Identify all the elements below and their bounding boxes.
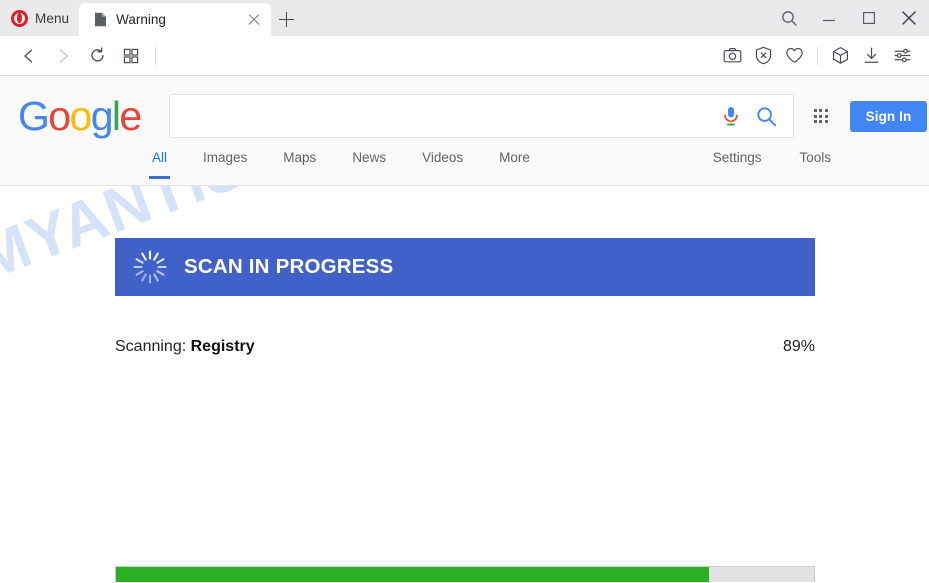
- google-logo[interactable]: Google: [18, 92, 142, 139]
- minimize-icon[interactable]: [809, 0, 849, 36]
- scan-progress-bar: [115, 566, 815, 582]
- search-input[interactable]: [183, 95, 713, 137]
- new-tab-button[interactable]: [271, 3, 301, 36]
- tab-all[interactable]: All: [148, 138, 171, 179]
- snapshot-camera-icon[interactable]: [717, 40, 748, 72]
- maximize-icon[interactable]: [849, 0, 889, 36]
- window-close-icon[interactable]: [889, 0, 929, 36]
- tab-images[interactable]: Images: [203, 138, 247, 178]
- microphone-icon[interactable]: [713, 96, 749, 136]
- back-arrow-icon[interactable]: [12, 40, 46, 72]
- browser-toolbar: [0, 36, 929, 76]
- browser-window: Menu Warning Google Sign In All Images M…: [0, 0, 929, 583]
- tab-news[interactable]: News: [352, 138, 386, 178]
- opera-logo-icon: [11, 9, 28, 27]
- sign-in-button[interactable]: Sign In: [849, 100, 928, 132]
- loading-spinner-icon: [132, 249, 168, 285]
- tab-settings[interactable]: Settings: [713, 138, 762, 178]
- opera-menu-button[interactable]: Menu: [0, 0, 79, 36]
- google-nav-tabs: All Images Maps News Videos More Setting…: [0, 138, 929, 179]
- toolbar-divider: [155, 46, 156, 65]
- page-content: MYANTISPYWARE.COM Google: [0, 76, 929, 582]
- close-icon[interactable]: [245, 11, 263, 29]
- tab-tools[interactable]: Tools: [799, 138, 831, 178]
- tab-strip: Menu Warning: [0, 0, 929, 36]
- tab-title: Warning: [116, 12, 166, 27]
- logo-letter-o1: o: [48, 92, 71, 139]
- search-submit-icon[interactable]: [749, 96, 785, 136]
- toolbar-divider-2: [817, 46, 818, 65]
- scan-status-text: Scanning: Registry: [115, 338, 255, 356]
- heart-icon[interactable]: [779, 40, 810, 72]
- forward-arrow-icon: [46, 40, 80, 72]
- search-box[interactable]: [168, 94, 794, 138]
- scan-status-row: Scanning: Registry 89%: [115, 338, 815, 356]
- logo-letter-g2: g: [90, 92, 114, 139]
- grid-icon[interactable]: [114, 40, 148, 72]
- tab-maps[interactable]: Maps: [283, 138, 316, 178]
- scan-status-target: Registry: [190, 338, 255, 355]
- logo-letter-g1: G: [18, 92, 50, 139]
- page-icon: [94, 12, 107, 27]
- scan-status-prefix: Scanning:: [115, 338, 187, 355]
- download-icon[interactable]: [856, 40, 887, 72]
- google-search-row: Google Sign In: [0, 76, 929, 138]
- reload-icon[interactable]: [80, 40, 114, 72]
- tab-videos[interactable]: Videos: [422, 138, 463, 178]
- toolbar-right-icons: [717, 40, 918, 72]
- search-icon[interactable]: [769, 0, 809, 36]
- window-controls: [769, 0, 929, 36]
- opera-menu-label: Menu: [35, 10, 70, 26]
- tab-more[interactable]: More: [499, 138, 530, 178]
- scan-progress-fill: [116, 567, 710, 582]
- browser-tab-warning[interactable]: Warning: [79, 3, 272, 36]
- logo-letter-e: e: [119, 92, 142, 139]
- easy-setup-sliders-icon[interactable]: [887, 40, 918, 72]
- google-header: Google Sign In All Images Maps News Vide…: [0, 76, 929, 186]
- cube-icon[interactable]: [825, 40, 856, 72]
- apps-grid-icon[interactable]: [804, 94, 838, 138]
- scan-percent-label: 89%: [782, 338, 815, 355]
- logo-letter-o2: o: [69, 92, 93, 139]
- scan-banner-title: SCAN IN PROGRESS: [184, 255, 394, 278]
- ad-blocker-shield-icon[interactable]: [748, 40, 779, 72]
- google-nav-right: Settings Tools: [675, 138, 929, 178]
- scan-banner: SCAN IN PROGRESS: [115, 238, 815, 296]
